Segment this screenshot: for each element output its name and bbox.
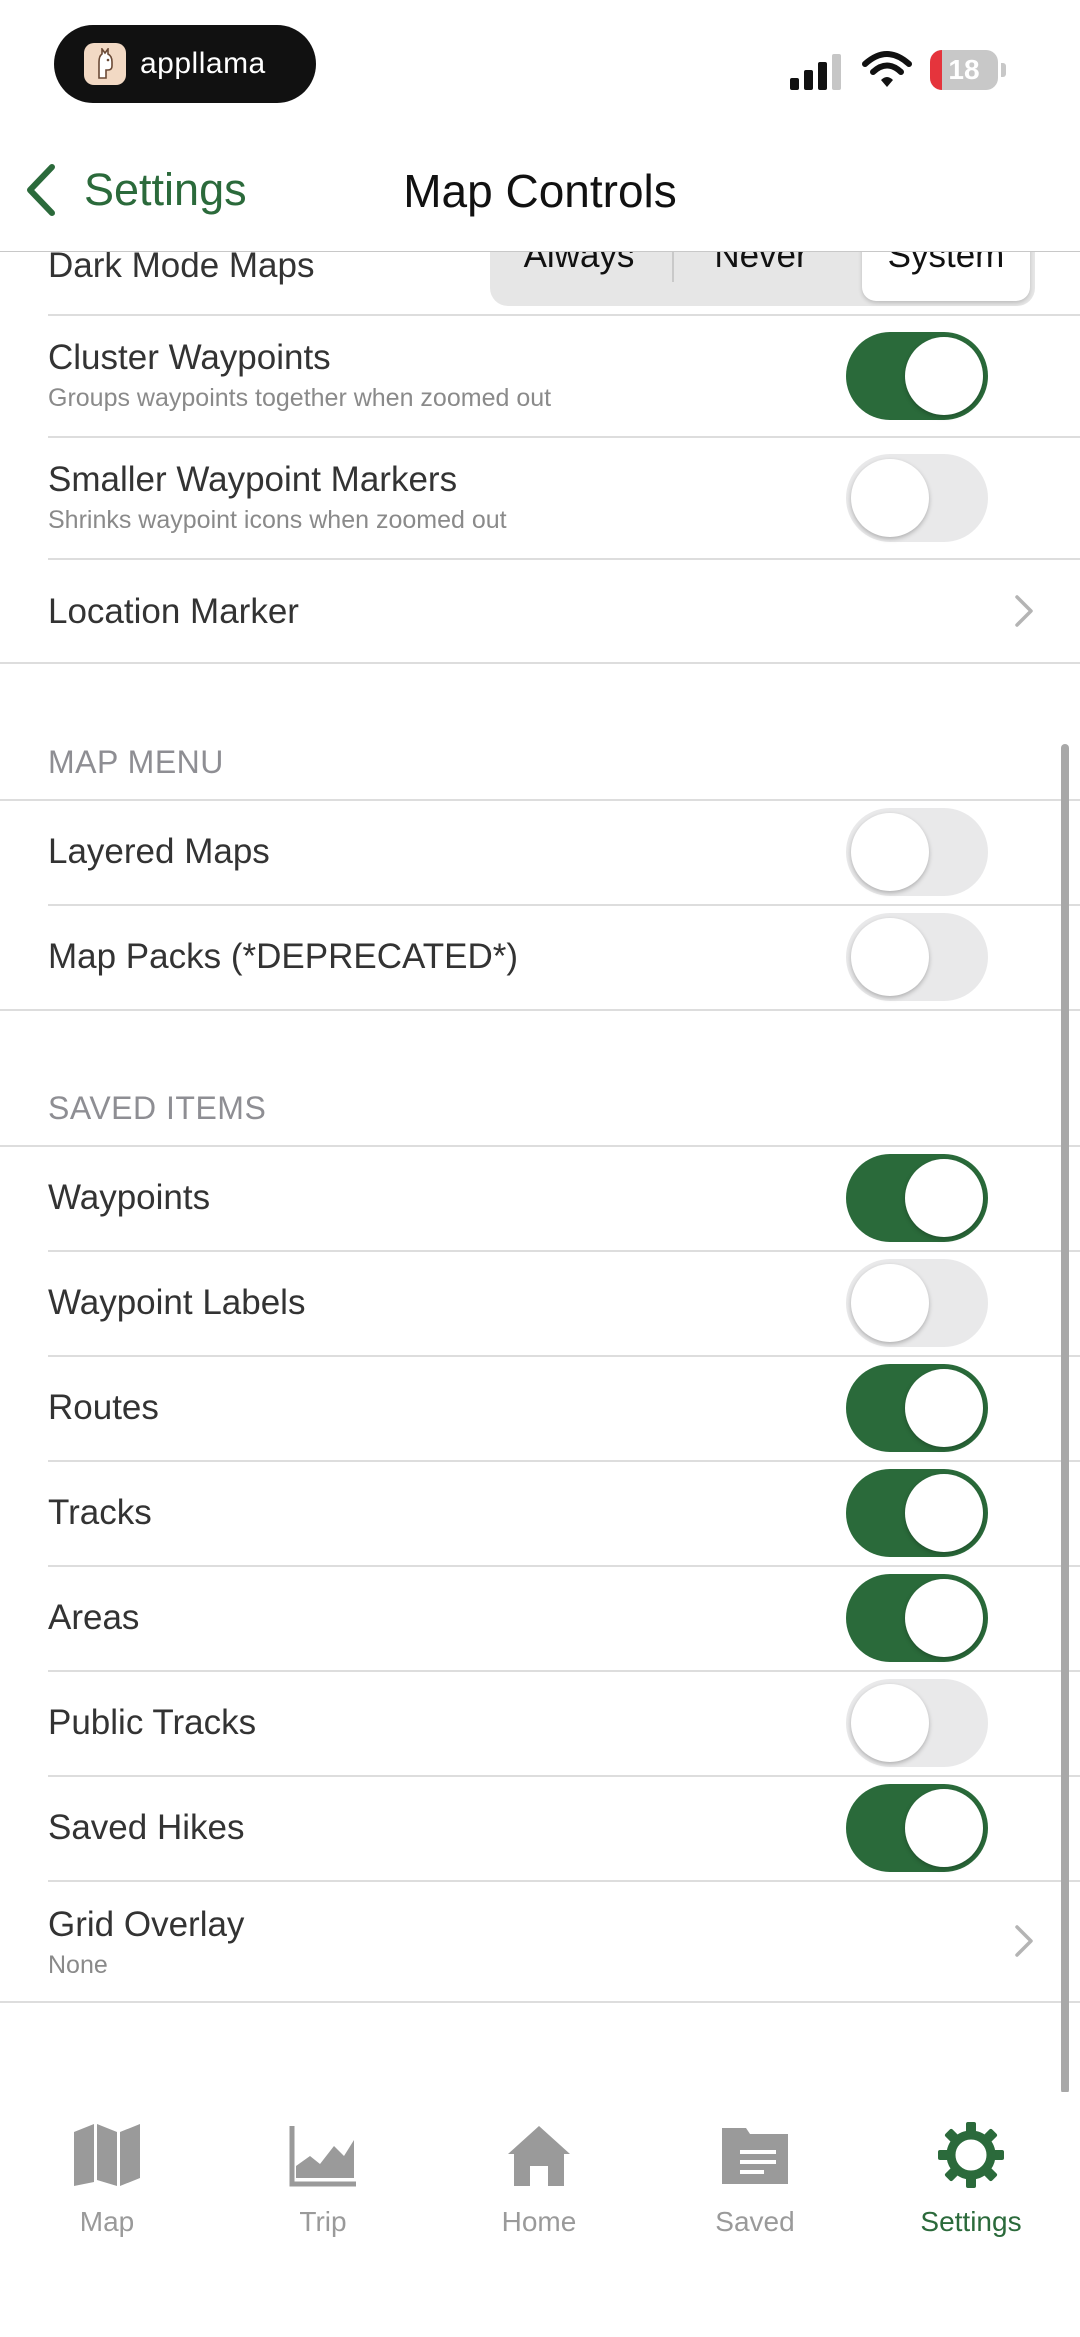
grid-overlay-label: Grid Overlay — [48, 1905, 245, 1944]
areas-toggle[interactable] — [846, 1574, 988, 1662]
dark-mode-maps-label: Dark Mode Maps — [48, 252, 315, 285]
location-marker-label: Location Marker — [48, 592, 299, 631]
settings-list[interactable]: Dark Mode Maps Always Never System Clust… — [0, 252, 1080, 2092]
map-menu-section-header: MAP MENU — [48, 744, 224, 780]
tab-settings[interactable]: Settings — [886, 2120, 1056, 2260]
vertical-scrollbar[interactable] — [1061, 744, 1069, 2094]
segment-always[interactable]: Always — [490, 252, 668, 306]
chevron-right-icon — [1015, 1925, 1033, 1957]
tracks-label: Tracks — [48, 1493, 152, 1532]
section-divider — [0, 2001, 1080, 2003]
location-marker-row[interactable]: Location Marker — [48, 560, 1080, 662]
tab-settings-label: Settings — [920, 2206, 1022, 2237]
wifi-icon — [862, 51, 912, 87]
tab-trip-label: Trip — [299, 2206, 347, 2237]
app-name: appllama — [140, 47, 266, 80]
tab-saved-label: Saved — [715, 2206, 795, 2237]
cluster-waypoints-description: Groups waypoints together when zoomed ou… — [48, 384, 552, 412]
section-divider — [0, 1009, 1080, 1011]
battery-level: 18 — [948, 54, 980, 85]
home-icon — [508, 2126, 570, 2186]
map-packs-label: Map Packs (*DEPRECATED*) — [48, 937, 519, 976]
waypoint-labels-label: Waypoint Labels — [48, 1283, 306, 1322]
navigation-bar: Settings Map Controls — [0, 130, 1080, 252]
battery-indicator: 18 — [930, 50, 1006, 90]
segment-system[interactable]: System — [862, 252, 1030, 301]
saved-folder-icon — [722, 2128, 788, 2184]
map-icon — [74, 2124, 140, 2186]
tab-trip[interactable]: Trip — [238, 2120, 408, 2260]
saved-hikes-label: Saved Hikes — [48, 1808, 245, 1847]
layered-maps-toggle[interactable] — [846, 808, 988, 896]
map-packs-toggle[interactable] — [846, 913, 988, 1001]
status-bar: appllama 18 — [0, 0, 1080, 130]
cellular-signal-icon — [790, 54, 841, 90]
page-title: Map Controls — [403, 165, 677, 217]
saved-hikes-toggle[interactable] — [846, 1784, 988, 1872]
segment-separator — [672, 252, 674, 282]
app-indicator-pill[interactable]: appllama — [54, 25, 316, 103]
smaller-waypoint-markers-toggle[interactable] — [846, 454, 988, 542]
smaller-waypoint-markers-label: Smaller Waypoint Markers — [48, 460, 458, 499]
waypoints-toggle[interactable] — [846, 1154, 988, 1242]
routes-label: Routes — [48, 1388, 159, 1427]
section-divider — [0, 662, 1080, 664]
cluster-waypoints-label: Cluster Waypoints — [48, 338, 331, 377]
grid-overlay-row[interactable]: Grid Overlay None — [48, 1881, 1080, 2001]
tracks-toggle[interactable] — [846, 1469, 988, 1557]
tab-home-label: Home — [501, 2206, 577, 2237]
public-tracks-label: Public Tracks — [48, 1703, 257, 1742]
tab-bar: Map Trip Home Saved Settings — [0, 2092, 1080, 2337]
llama-logo-icon — [84, 43, 126, 85]
tab-map-label: Map — [79, 2206, 135, 2237]
public-tracks-toggle[interactable] — [846, 1679, 988, 1767]
chevron-right-icon — [1015, 595, 1033, 627]
layered-maps-label: Layered Maps — [48, 832, 270, 871]
cluster-waypoints-toggle[interactable] — [846, 332, 988, 420]
waypoints-label: Waypoints — [48, 1178, 211, 1217]
segment-never[interactable]: Never — [672, 252, 850, 306]
tab-saved[interactable]: Saved — [670, 2120, 840, 2260]
tab-home[interactable]: Home — [454, 2120, 624, 2260]
routes-toggle[interactable] — [846, 1364, 988, 1452]
trip-chart-icon — [289, 2126, 356, 2187]
smaller-waypoint-markers-description: Shrinks waypoint icons when zoomed out — [48, 506, 507, 534]
grid-overlay-value: None — [48, 1951, 108, 1979]
saved-items-section-header: SAVED ITEMS — [48, 1090, 267, 1126]
settings-gear-icon — [938, 2122, 1004, 2188]
dark-mode-segmented-control[interactable]: Always Never System — [490, 252, 1035, 306]
waypoint-labels-toggle[interactable] — [846, 1259, 988, 1347]
areas-label: Areas — [48, 1598, 140, 1637]
tab-map[interactable]: Map — [22, 2120, 192, 2260]
